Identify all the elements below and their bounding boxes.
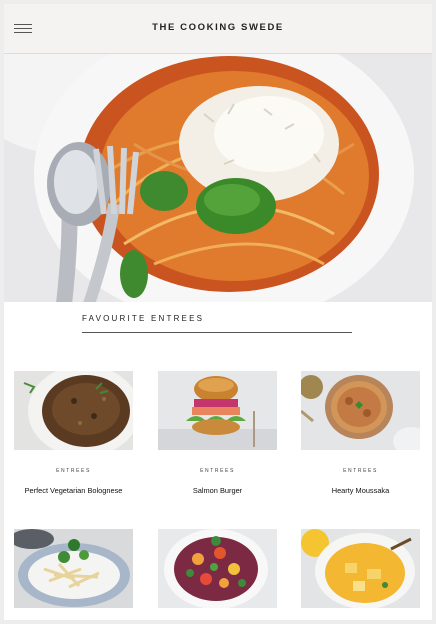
- recipe-card[interactable]: [14, 529, 133, 608]
- recipe-image-pasta[interactable]: [14, 529, 133, 608]
- recipe-card[interactable]: [158, 529, 277, 608]
- recipe-title[interactable]: Perfect Vegetarian Bolognese: [14, 486, 133, 495]
- site-header: THE COOKING SWEDE: [4, 4, 432, 54]
- recipe-image-salmon-burger[interactable]: [158, 371, 277, 450]
- hero-image: [4, 54, 432, 302]
- recipe-image-vegetable-salad[interactable]: [158, 529, 277, 608]
- recipe-image-bolognese[interactable]: [14, 371, 133, 450]
- recipe-card[interactable]: ENTREES Perfect Vegetarian Bolognese: [14, 371, 133, 495]
- recipe-category: ENTREES: [343, 468, 378, 474]
- recipe-card[interactable]: ENTREES Hearty Moussaka: [301, 371, 420, 495]
- section-divider: [82, 332, 352, 333]
- recipe-title[interactable]: Salmon Burger: [158, 486, 277, 495]
- recipe-title[interactable]: Hearty Moussaka: [301, 486, 420, 495]
- site-title[interactable]: THE COOKING SWEDE: [4, 22, 432, 33]
- page-frame: THE COOKING SWEDE FAVOURITE ENTREES ENTR…: [4, 4, 432, 620]
- recipe-image-moussaka[interactable]: [301, 371, 420, 450]
- recipe-card[interactable]: ENTREES Salmon Burger: [158, 371, 277, 495]
- recipe-card[interactable]: [301, 529, 420, 608]
- recipe-image-curry[interactable]: [301, 529, 420, 608]
- recipe-category: ENTREES: [56, 468, 91, 474]
- recipe-category: ENTREES: [200, 468, 235, 474]
- section-heading: FAVOURITE ENTREES: [82, 314, 205, 323]
